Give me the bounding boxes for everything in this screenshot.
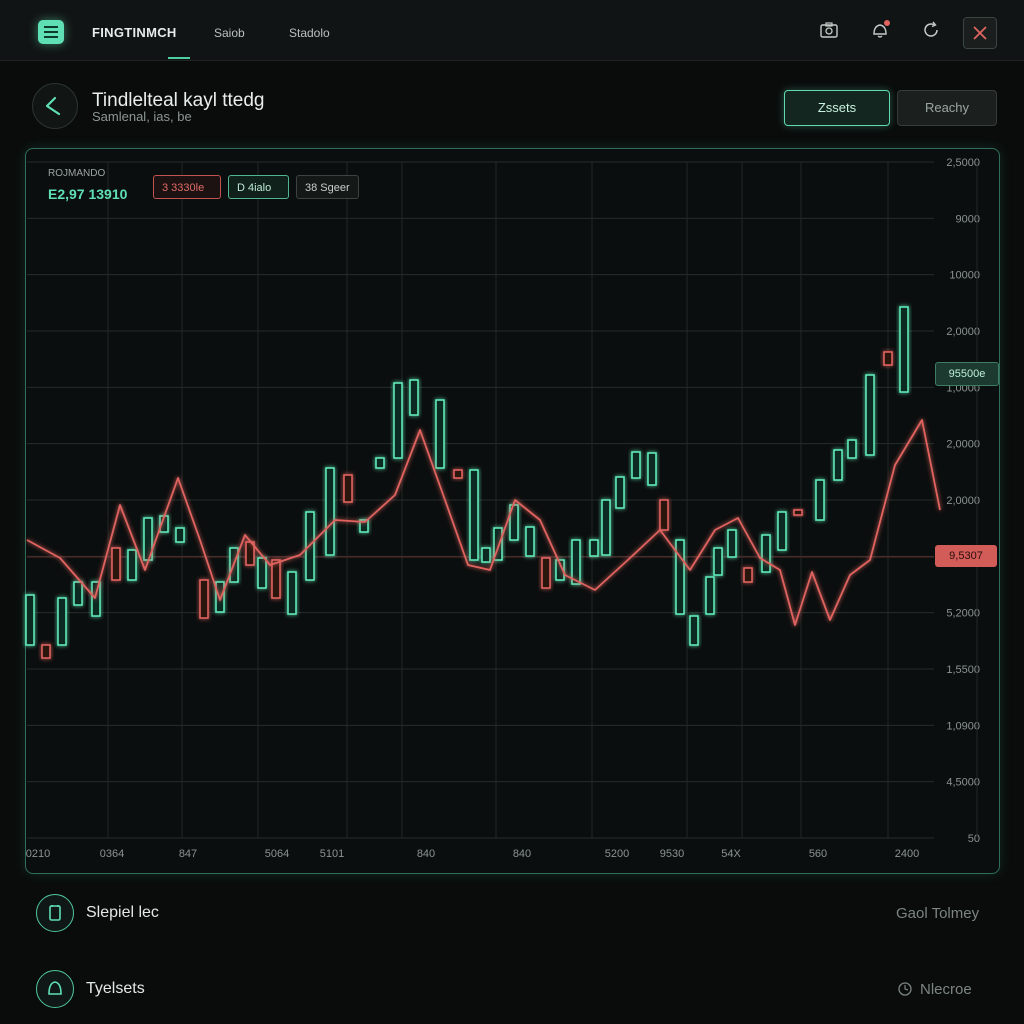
candle-body: [287, 571, 297, 615]
candle-body: [689, 615, 699, 646]
candle-body: [111, 547, 121, 581]
candle-body: [525, 526, 535, 557]
y-tick-label: 2,5000: [946, 157, 980, 169]
candle-body: [589, 539, 599, 557]
document-icon: [49, 905, 61, 921]
clock-icon: [898, 982, 912, 996]
candle-body: [777, 511, 787, 551]
candle-body: [127, 549, 137, 581]
current-price-tag: 95500e: [935, 362, 999, 386]
candle-body: [571, 539, 581, 585]
x-tick-label: 54X: [721, 848, 741, 860]
list-item-icon-2[interactable]: [36, 970, 74, 1008]
x-tick-label: 840: [417, 848, 435, 860]
candle-body: [435, 399, 445, 469]
bell-icon: [48, 981, 62, 995]
candle-body: [25, 594, 35, 646]
y-tick-label: 2,0000: [946, 439, 980, 451]
list-item-icon-1[interactable]: [36, 894, 74, 932]
candle-body: [325, 467, 335, 556]
indicator-pill-neutral[interactable]: 38 Sgeer: [296, 175, 359, 199]
candle-body: [899, 306, 909, 393]
list-item-value-1: Gaol Tolmey: [896, 905, 980, 922]
candle-body: [659, 499, 669, 531]
list-item-value-2: Nlecroe: [920, 981, 972, 998]
candle-body: [675, 539, 685, 615]
x-tick-label: 9530: [660, 848, 684, 860]
candle-body: [601, 499, 611, 556]
y-tick-label: 1,0900: [946, 720, 980, 732]
candle-body: [541, 557, 551, 589]
candle-body: [833, 449, 843, 481]
y-tick-label: 5,2000: [946, 608, 980, 620]
candle-body: [409, 379, 419, 416]
candle-body: [375, 457, 385, 469]
x-tick-label: 2400: [895, 848, 919, 860]
candle-body: [453, 469, 463, 479]
candle-body: [883, 351, 893, 366]
candle-body: [57, 597, 67, 646]
y-tick-label: 10000: [949, 270, 980, 282]
candle-body: [727, 529, 737, 558]
candle-body: [481, 547, 491, 563]
y-tick-label: 50: [968, 833, 980, 845]
x-tick-label: 5064: [265, 848, 289, 860]
x-tick-label: 5200: [605, 848, 629, 860]
reference-price-tag: 9,5307: [935, 545, 997, 567]
candle-body: [847, 439, 857, 459]
y-tick-label: 1,5500: [946, 664, 980, 676]
candle-body: [199, 579, 209, 619]
candle-body: [41, 644, 51, 659]
list-item-label-2[interactable]: Tyelsets: [86, 980, 145, 998]
y-tick-label: 4,5000: [946, 777, 980, 789]
chart-legend-price: E2,97 13910: [48, 186, 128, 202]
chart-legend-title: ROJMANDO: [48, 168, 106, 179]
candle-body: [743, 567, 753, 583]
candle-body: [865, 374, 875, 456]
candle-body: [793, 509, 803, 516]
indicator-pill-green[interactable]: D 4ialo: [228, 175, 289, 199]
candle-body: [73, 581, 83, 606]
list-item-label-1[interactable]: Slepiel lec: [86, 904, 159, 922]
x-tick-label: 840: [513, 848, 531, 860]
candle-body: [271, 559, 281, 599]
candle-body: [713, 547, 723, 576]
candle-body: [343, 474, 353, 503]
x-tick-label: 5101: [320, 848, 344, 860]
candle-body: [215, 581, 225, 613]
candle-body: [761, 534, 771, 573]
x-tick-label: 0210: [26, 848, 50, 860]
indicator-pill-red[interactable]: 3 3330le: [153, 175, 221, 199]
candle-body: [257, 557, 267, 589]
x-tick-label: 560: [809, 848, 827, 860]
x-tick-label: 847: [179, 848, 197, 860]
candle-body: [631, 451, 641, 479]
y-tick-label: 2,0000: [946, 495, 980, 507]
x-tick-label: 0364: [100, 848, 124, 860]
candle-body: [615, 476, 625, 509]
candlestick-chart[interactable]: 2,50009000100002,00001,00002,00002,00005…: [0, 0, 1024, 1024]
candle-body: [393, 382, 403, 459]
y-tick-label: 2,0000: [946, 326, 980, 338]
candle-body: [647, 452, 657, 486]
candle-body: [469, 469, 479, 561]
candle-body: [175, 527, 185, 543]
candle-body: [815, 479, 825, 521]
y-tick-label: 9000: [956, 213, 980, 225]
candle-body: [705, 576, 715, 615]
